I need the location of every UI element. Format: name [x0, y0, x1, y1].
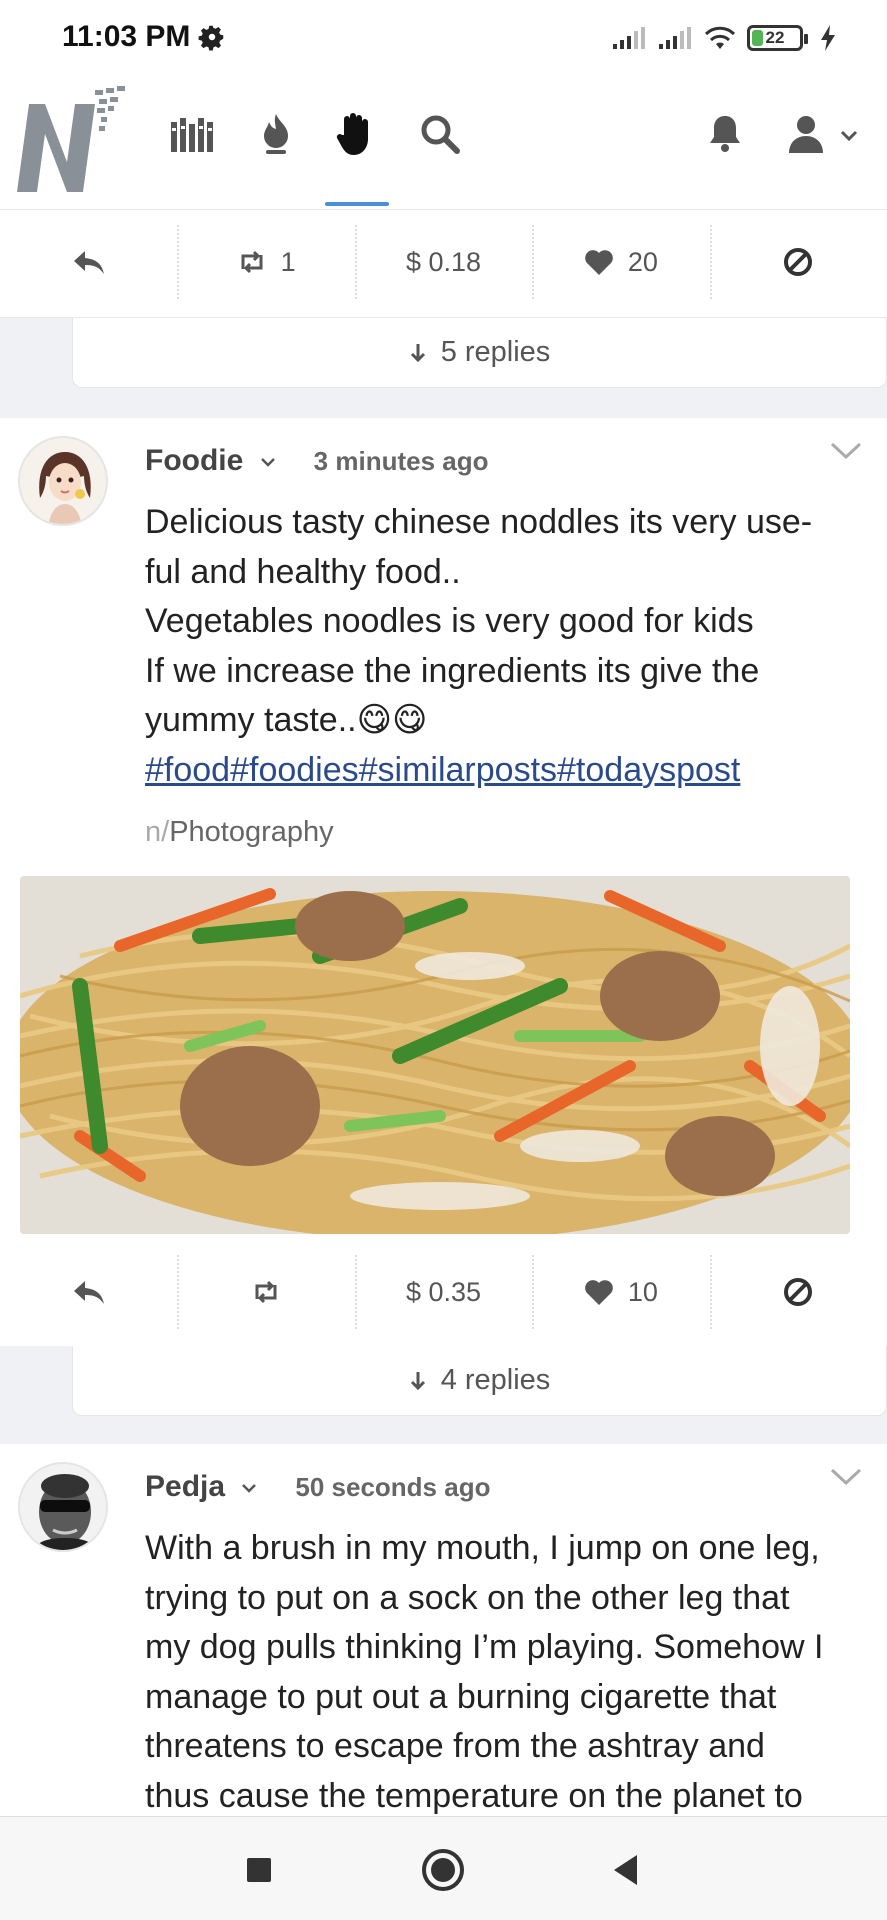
reshare-icon: [255, 1280, 277, 1304]
post-text-line: ful and healthy food..: [145, 552, 461, 591]
avatar[interactable]: [18, 436, 108, 526]
previous-post-card: 1 $ 0.18 20: [0, 211, 887, 318]
post-text-line: If we increase the ingredients its give …: [145, 651, 760, 690]
hand-icon[interactable]: [330, 108, 382, 160]
status-indicators: 22: [611, 24, 837, 52]
post-actions: $ 0.35 10: [0, 1241, 887, 1343]
battery-level: [752, 30, 763, 46]
status-bar: 11:03 PM 22: [0, 0, 887, 78]
post-menu-chevron-icon[interactable]: [829, 440, 863, 462]
wifi-icon: [704, 26, 736, 49]
post-value: $ 0.18: [405, 246, 482, 277]
reply-icon: [73, 251, 104, 274]
value-button[interactable]: $ 0.18: [354, 211, 532, 313]
post-text-line: With a brush in my mouth, I jump on one …: [145, 1529, 820, 1567]
home-icon[interactable]: [418, 1845, 468, 1895]
user-icon[interactable]: [780, 108, 832, 160]
community-name: Photography: [169, 816, 334, 848]
community-link[interactable]: n/Photography: [145, 816, 334, 849]
logo-icon[interactable]: [15, 82, 130, 200]
post-body: With a brush in my mouth, I jump on one …: [145, 1524, 845, 1816]
charging-icon: [821, 25, 835, 51]
arrow-down-icon: [410, 343, 425, 362]
username[interactable]: Foodie: [145, 444, 276, 478]
post-text-line: my dog pulls thinking I’m playing. Someh…: [145, 1628, 824, 1666]
post-card: Foodie 3 minutes ago Delicious tasty chi…: [0, 418, 887, 1346]
chevron-down-icon: [260, 458, 275, 467]
reshare-icon: [241, 250, 263, 274]
post-text-line: manage to put out a burning cigarette th…: [145, 1677, 777, 1716]
post-text-line: trying to put on a sock on the other leg…: [145, 1578, 790, 1617]
post-text-line: Vegetables noodles is very good for kids: [145, 602, 754, 640]
heart-icon: [585, 249, 613, 275]
reply-icon: [73, 1281, 104, 1304]
reply-button[interactable]: [0, 211, 177, 313]
battery-percent: 22: [765, 28, 785, 47]
chevron-down-icon: [242, 1484, 257, 1493]
recents-icon[interactable]: [234, 1845, 284, 1895]
arrow-down-icon: [410, 1371, 425, 1390]
block-button[interactable]: [709, 1241, 887, 1343]
block-icon: [784, 248, 813, 276]
bell-icon[interactable]: [699, 108, 751, 160]
timestamp: 3 minutes ago: [313, 445, 489, 476]
heart-icon: [585, 1279, 613, 1305]
hashtag-links[interactable]: #food#foodies#similarposts#todayspost: [145, 751, 740, 789]
post-actions: 1 $ 0.18 20: [0, 211, 887, 313]
post-body: Delicious tasty chinese noddles its very…: [145, 498, 845, 795]
username[interactable]: Pedja: [145, 1470, 257, 1504]
signal-icon: [613, 27, 645, 49]
like-count: 20: [627, 246, 658, 277]
post-header: Pedja 50 seconds ago: [145, 1470, 490, 1504]
replies-count: 4 replies: [440, 1364, 551, 1396]
reply-button[interactable]: [0, 1241, 177, 1343]
flame-icon[interactable]: [250, 108, 302, 160]
replies-count: 5 replies: [440, 336, 551, 368]
like-button[interactable]: 10: [532, 1241, 709, 1343]
username-label: Foodie: [145, 444, 244, 477]
username-label: Pedja: [145, 1470, 226, 1503]
avatar[interactable]: [18, 1462, 108, 1552]
search-icon[interactable]: [414, 108, 466, 160]
back-icon[interactable]: [601, 1845, 651, 1895]
like-count: 10: [627, 1276, 658, 1307]
status-time: 11:03 PM: [62, 20, 191, 53]
gear-icon: [198, 25, 224, 51]
reshare-button[interactable]: 1: [177, 211, 354, 313]
active-tab-indicator: [325, 202, 389, 206]
reshare-count: 1: [280, 246, 296, 277]
post-text-line: thus cause the temperature on the planet…: [145, 1776, 803, 1815]
chevron-down-icon[interactable]: [840, 130, 858, 142]
app-header: [0, 78, 887, 333]
show-replies-button[interactable]: 4 replies: [72, 1346, 887, 1416]
community-prefix: n/: [145, 816, 170, 848]
post-text-line: threatens to escape from the ashtray and: [145, 1727, 765, 1765]
signal-icon: [659, 27, 691, 49]
post-text-line: yummy taste..😋😋: [145, 701, 428, 739]
library-icon[interactable]: [166, 108, 218, 160]
post-text-line: Delicious tasty chinese noddles its very…: [145, 503, 813, 541]
system-navigation-bar: [0, 1816, 887, 1920]
like-button[interactable]: 20: [532, 211, 709, 313]
post-menu-chevron-icon[interactable]: [829, 1466, 863, 1488]
block-button[interactable]: [709, 211, 887, 313]
battery-icon: 22: [747, 25, 808, 51]
post-header: Foodie 3 minutes ago: [145, 444, 489, 478]
block-icon: [784, 1278, 813, 1306]
timestamp: 50 seconds ago: [295, 1471, 491, 1502]
reshare-button[interactable]: [177, 1241, 354, 1343]
value-button[interactable]: $ 0.35: [354, 1241, 532, 1343]
post-value: $ 0.35: [405, 1276, 482, 1307]
post-image[interactable]: [20, 876, 850, 1234]
post-card: Pedja 50 seconds ago With a brush in my …: [0, 1444, 887, 1816]
show-replies-button[interactable]: 5 replies: [72, 318, 887, 388]
